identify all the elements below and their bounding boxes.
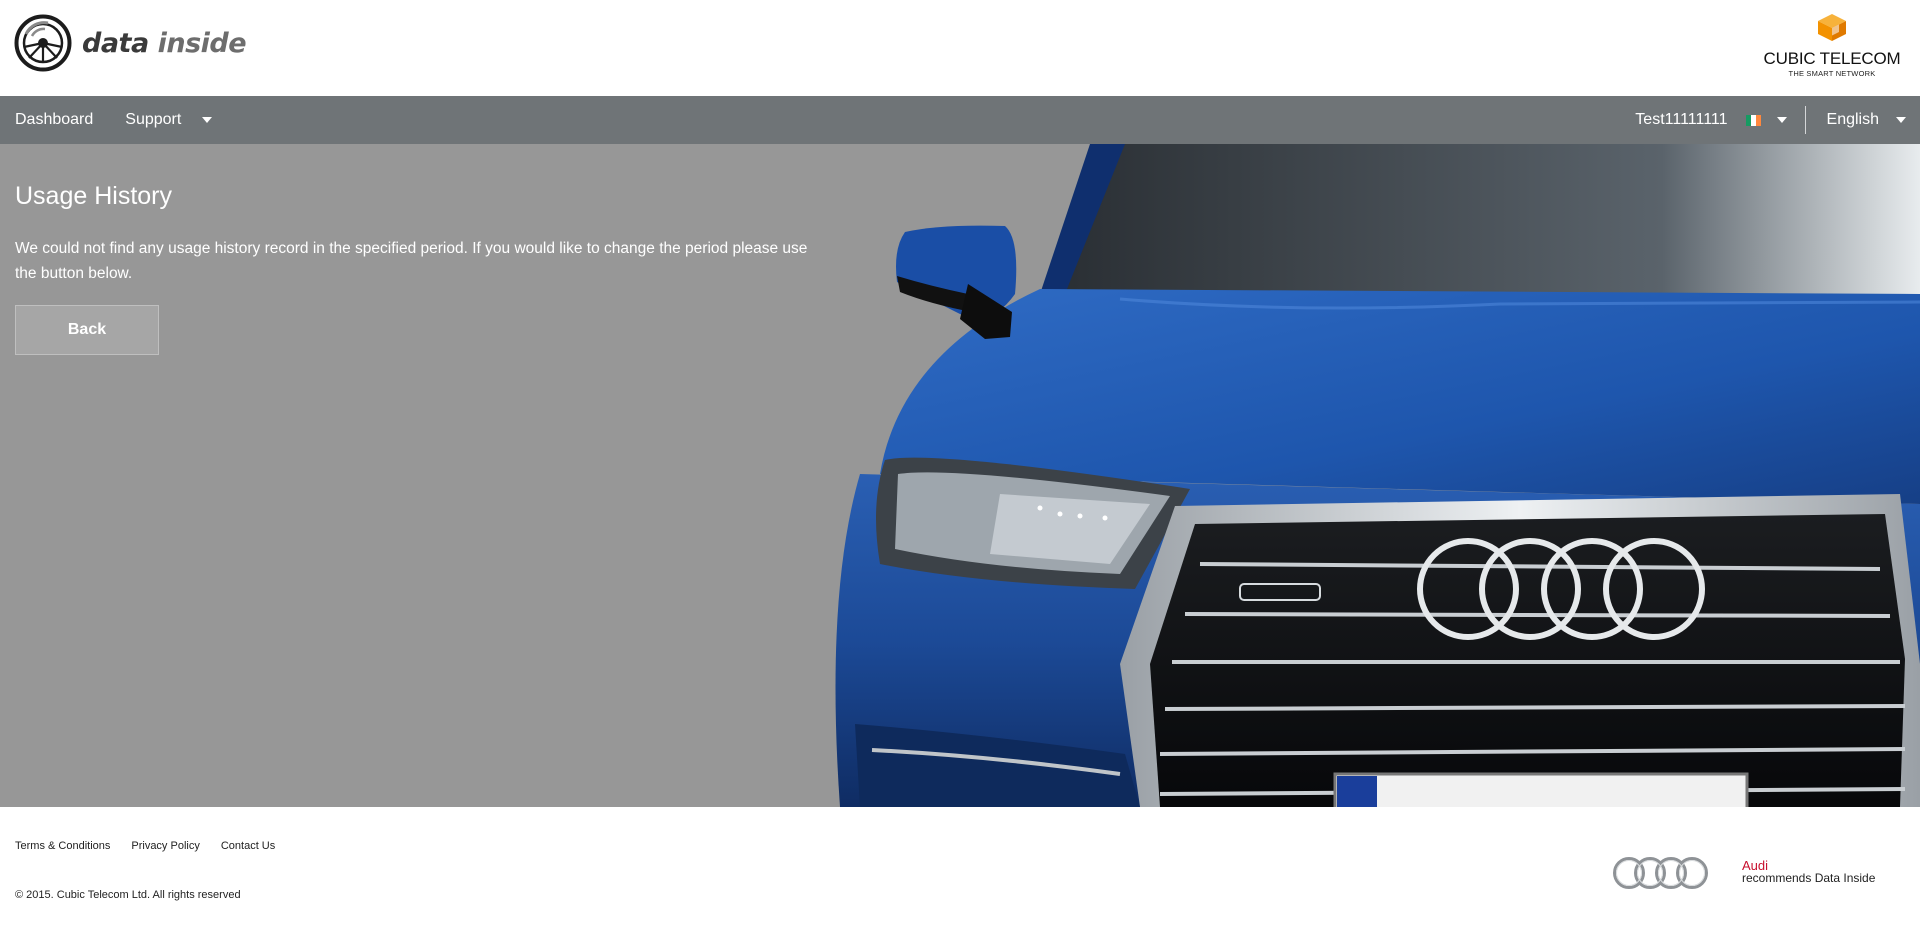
footer-link-terms[interactable]: Terms & Conditions [15,840,110,852]
nav-left: Dashboard Support [15,96,244,144]
brand-logo[interactable]: data inside [14,14,247,72]
steering-wheel-logo-icon [14,14,72,72]
nav-item-support[interactable]: Support [125,111,213,129]
audi-rings-logo-icon [1613,857,1708,889]
main-hero: Usage History We could not find any usag… [0,144,1920,807]
cube-logo-icon [1818,14,1846,41]
nav-right: Test11111111 English [1635,96,1906,144]
chevron-down-icon [1776,117,1787,123]
footer-link-privacy[interactable]: Privacy Policy [131,840,199,852]
recommends-text: recommends Data Inside [1742,871,1876,885]
site-footer: Terms & Conditions Privacy Policy Contac… [0,807,1920,935]
account-name: Test11111111 [1635,111,1728,128]
footer-links: Terms & Conditions Privacy Policy Contac… [15,840,296,852]
page-title: Usage History [15,182,172,210]
brand-name-part1: data [82,27,149,59]
language-label: English [1826,111,1879,128]
brand-name-part2: inside [157,27,247,59]
partner-name: CUBIC TELECOM [1763,49,1901,68]
chevron-down-icon [202,117,213,123]
content-panel: Usage History We could not find any usag… [15,182,815,355]
back-button[interactable]: Back [15,305,159,355]
nav-item-label: Support [125,111,182,128]
nav-divider [1804,106,1806,134]
account-menu[interactable]: Test11111111 [1635,111,1804,129]
nav-item-label: Dashboard [15,111,94,128]
empty-state-message: We could not find any usage history reco… [15,240,808,282]
nav-item-dashboard[interactable]: Dashboard [15,111,93,129]
site-header: data inside CUBIC TELECOM THE SMART NETW… [0,0,1920,96]
chevron-down-icon [1896,117,1906,123]
footer-link-contact[interactable]: Contact Us [221,840,275,852]
main-navbar: Dashboard Support Test11111111 English [0,96,1920,144]
brand-name: data inside [82,27,247,59]
partner-tagline: THE SMART NETWORK [1788,69,1876,78]
partner-logo[interactable]: CUBIC TELECOM THE SMART NETWORK [1762,12,1902,78]
language-selector[interactable]: English [1827,111,1906,129]
audi-recommends: Audi recommends Data Inside [1742,859,1876,885]
ireland-flag-icon [1745,114,1761,126]
copyright-text: © 2015. Cubic Telecom Ltd. All rights re… [15,889,241,901]
